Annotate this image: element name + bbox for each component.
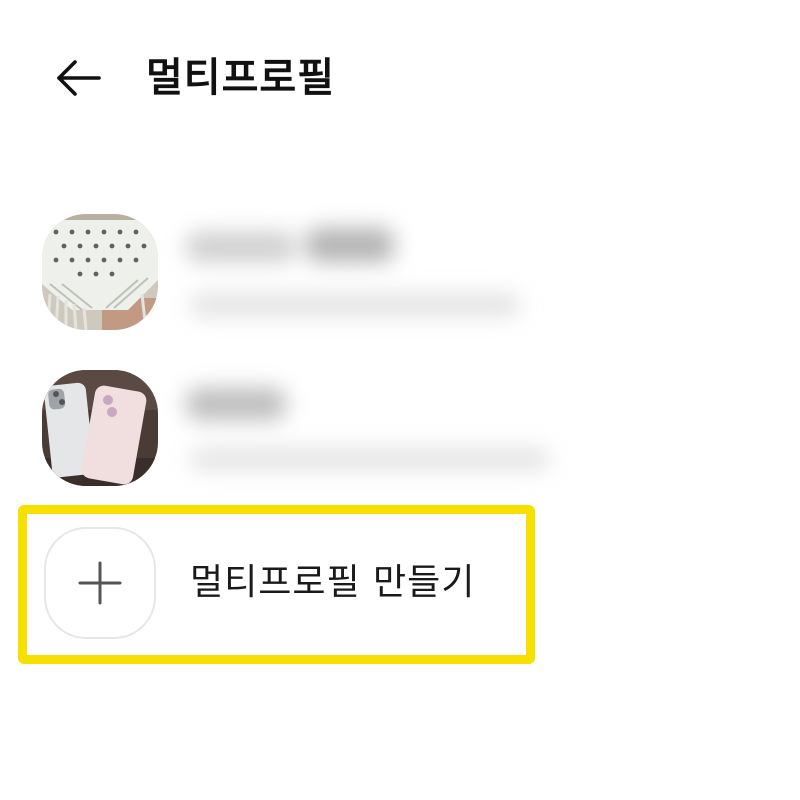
profile-text-blurred xyxy=(172,214,602,330)
create-multi-profile-label: 멀티프로필 만들기 xyxy=(190,562,476,603)
plus-icon xyxy=(78,561,122,605)
create-multi-profile-button[interactable]: 멀티프로필 만들기 xyxy=(44,527,524,639)
profile-item[interactable] xyxy=(42,370,602,490)
phone-cases-photo xyxy=(42,370,158,486)
profile-avatar xyxy=(42,370,158,486)
profile-text-blurred xyxy=(172,370,602,486)
create-icon-box xyxy=(44,527,156,639)
macrame-photo xyxy=(42,214,158,330)
back-button[interactable] xyxy=(46,52,110,104)
page-title: 멀티프로필 xyxy=(146,55,335,101)
profile-item[interactable] xyxy=(42,214,602,334)
arrow-left-icon xyxy=(57,60,101,96)
multi-profile-screen: 멀티프로필 멀티프로필 만들기 xyxy=(0,0,800,800)
profile-avatar xyxy=(42,214,158,330)
app-header: 멀티프로필 xyxy=(0,40,800,116)
